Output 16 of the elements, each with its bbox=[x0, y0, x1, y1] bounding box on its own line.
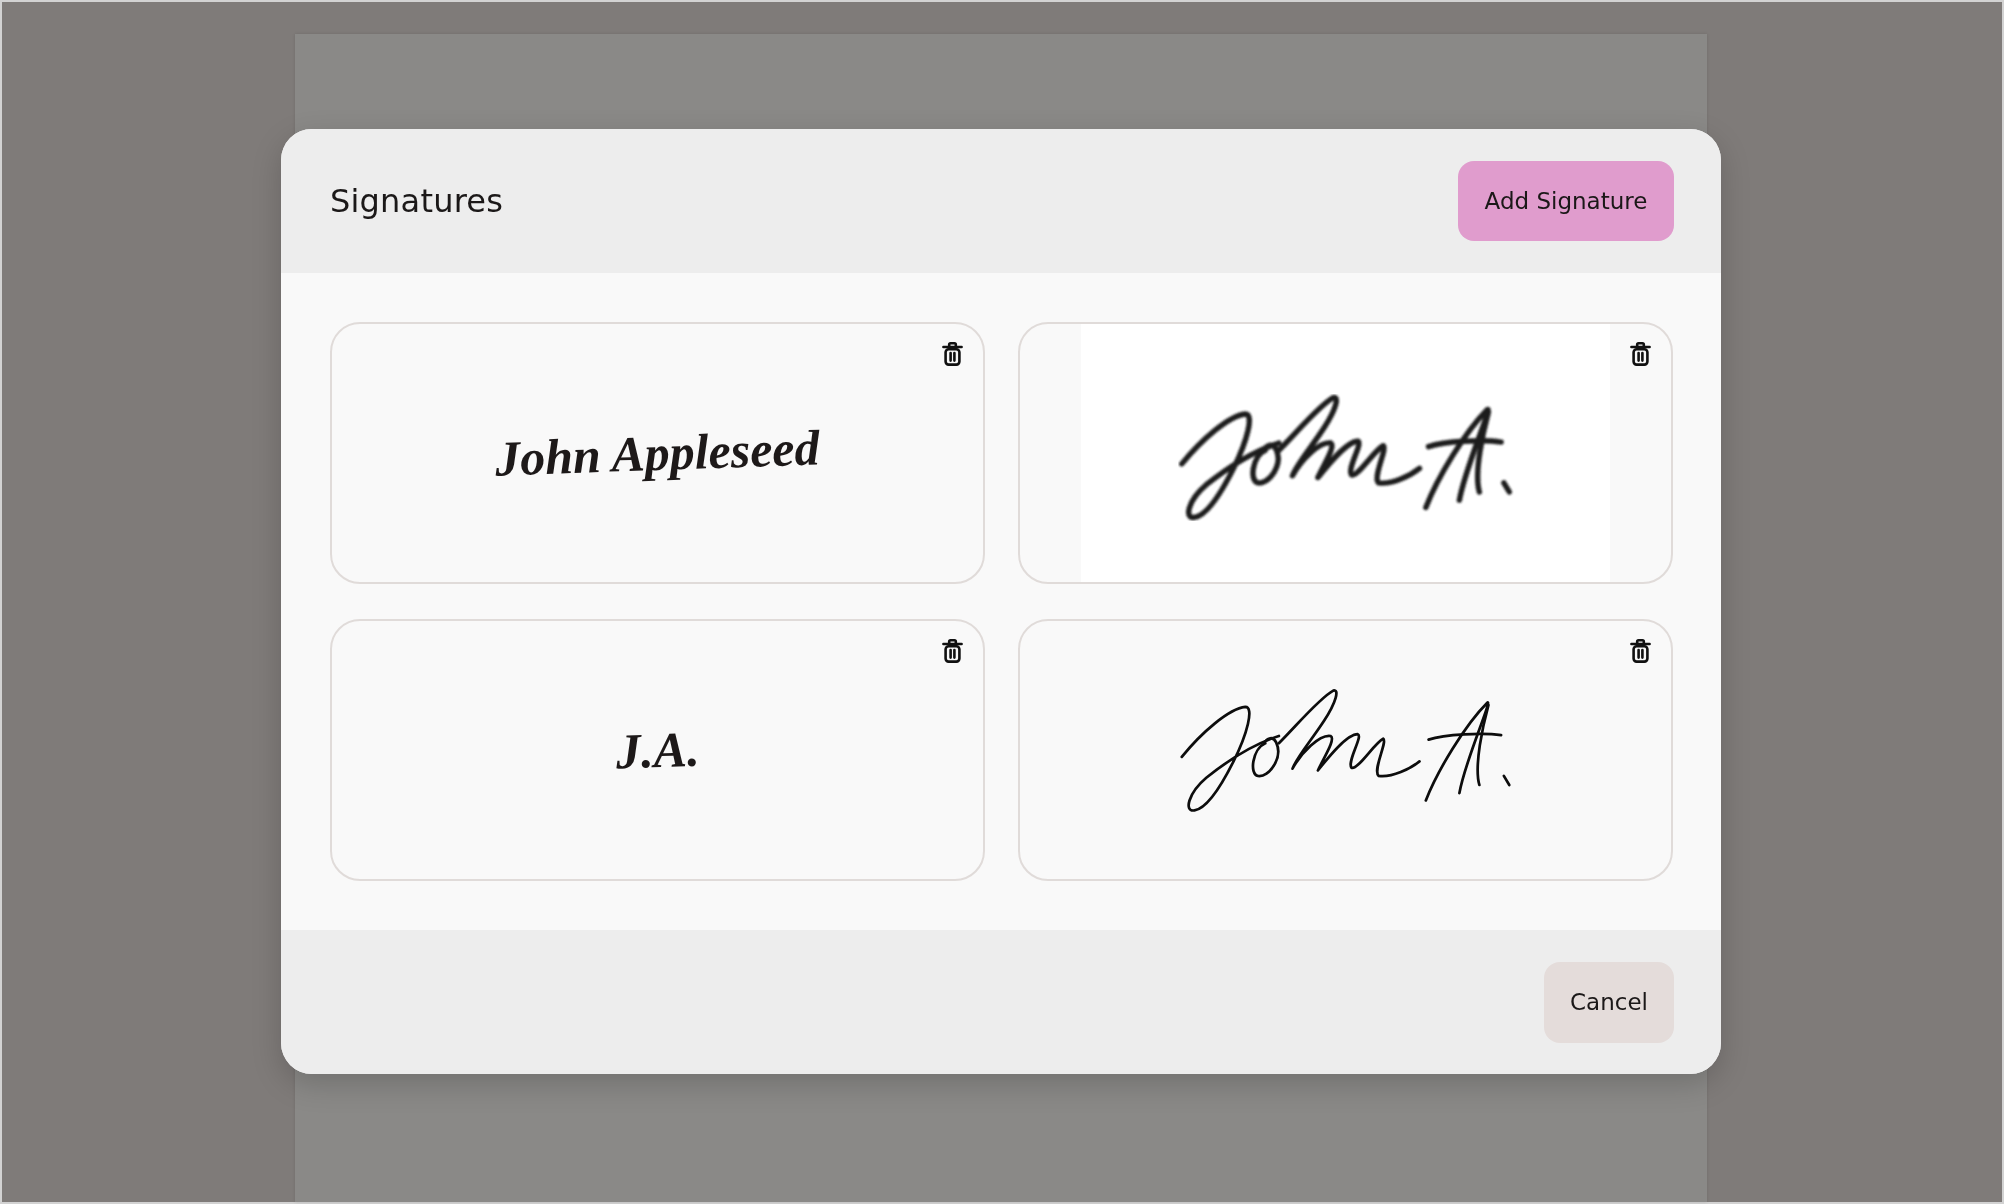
signature-card[interactable]: J.A. bbox=[330, 619, 985, 881]
delete-button[interactable] bbox=[1630, 342, 1651, 366]
trash-icon bbox=[942, 639, 963, 663]
signature-card[interactable] bbox=[1018, 322, 1673, 584]
delete-button[interactable] bbox=[1630, 639, 1651, 663]
trash-icon bbox=[942, 342, 963, 366]
trash-icon bbox=[1630, 342, 1651, 366]
trash-icon bbox=[1630, 639, 1651, 663]
signature-text: John Appleseed bbox=[494, 418, 821, 488]
delete-button[interactable] bbox=[942, 639, 963, 663]
signature-text: J.A. bbox=[614, 719, 701, 781]
cancel-button[interactable]: Cancel bbox=[1544, 961, 1674, 1043]
add-signature-button[interactable]: Add Signature bbox=[1458, 161, 1674, 241]
delete-button[interactable] bbox=[942, 342, 963, 366]
signature-card[interactable]: John Appleseed bbox=[330, 322, 985, 584]
dialog-title: Signatures bbox=[330, 182, 504, 220]
